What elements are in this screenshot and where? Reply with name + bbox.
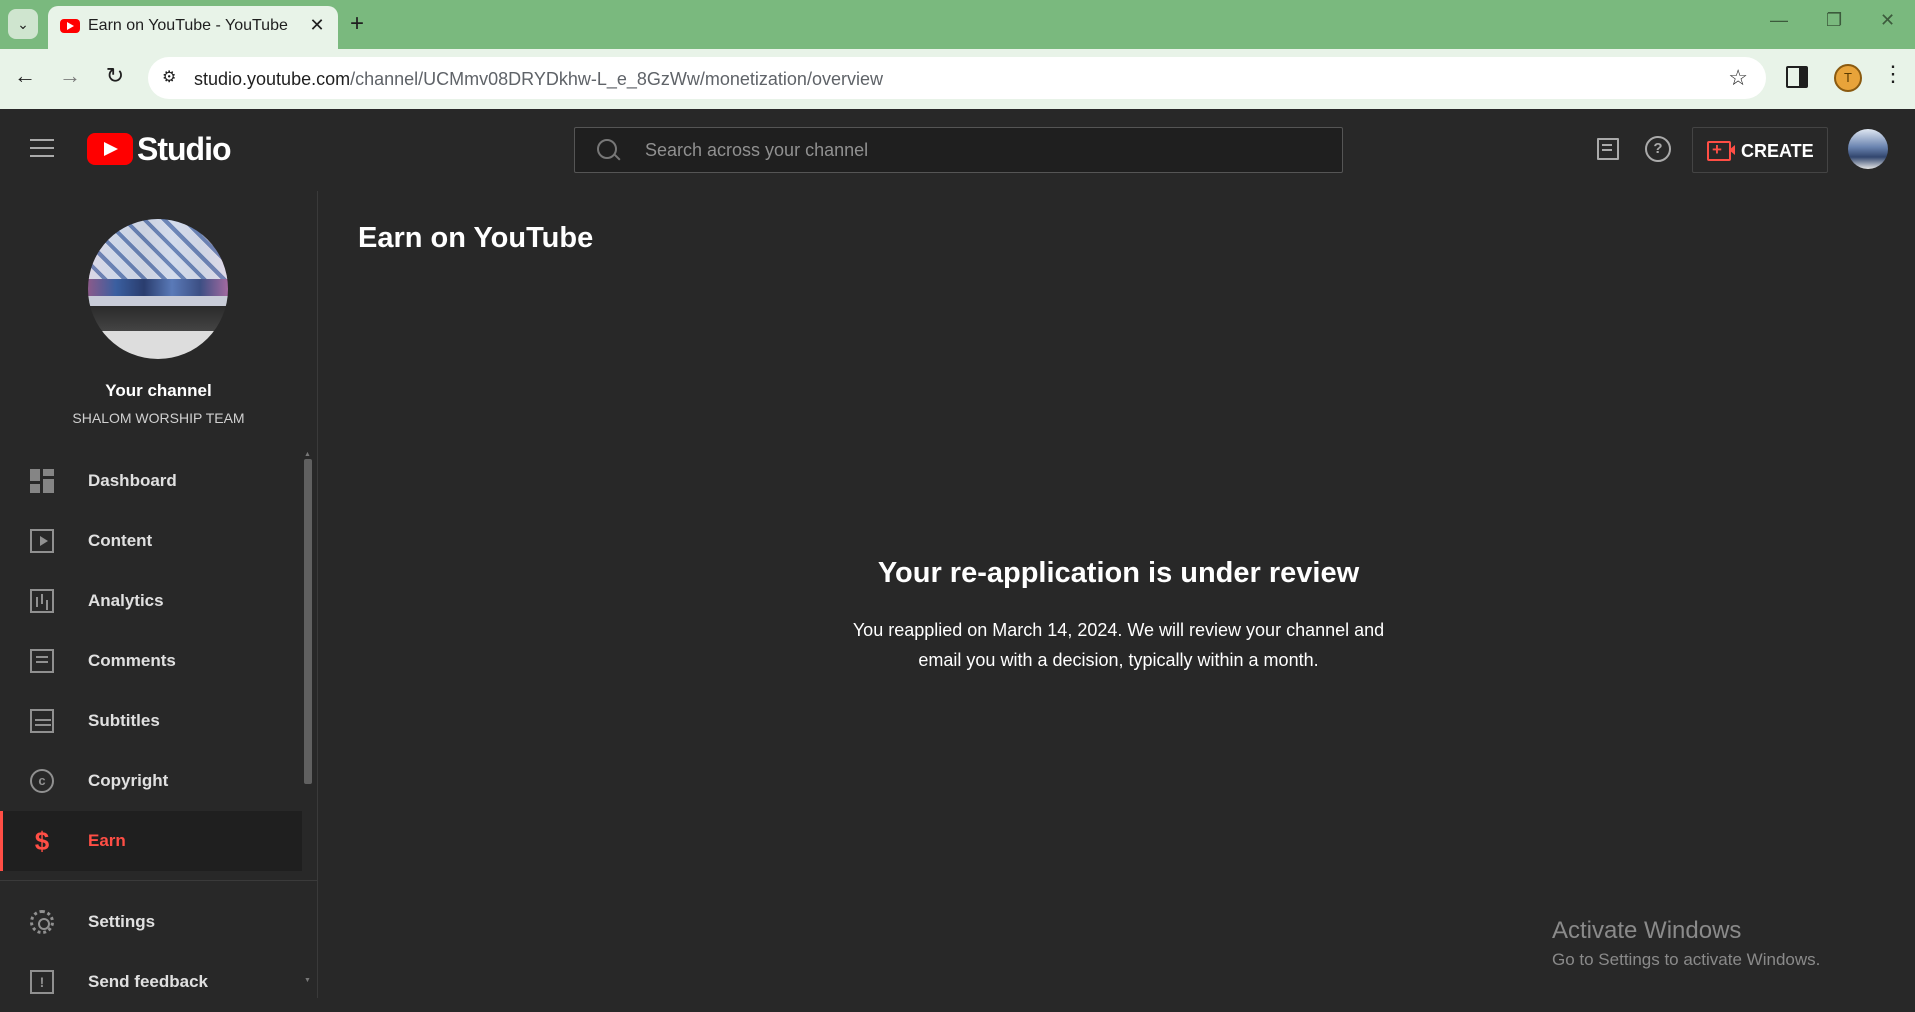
- subtitles-icon: [30, 709, 54, 733]
- sidebar-bottom-nav: Settings ! Send feedback: [0, 892, 302, 1012]
- browser-tab-strip: ⌄ Earn on YouTube - YouTube Studio ✕ + —…: [0, 0, 1915, 49]
- review-status-text: You reapplied on March 14, 2024. We will…: [852, 620, 1385, 670]
- profile-extension-icon[interactable]: T: [1834, 64, 1862, 92]
- sidebar: Your channel SHALOM WORSHIP TEAM Dashboa…: [0, 191, 318, 998]
- sidebar-item-label: Earn: [88, 831, 126, 850]
- sidebar-item-comments[interactable]: Comments: [0, 631, 302, 691]
- sidebar-item-dashboard[interactable]: Dashboard: [0, 451, 302, 511]
- account-avatar[interactable]: [1848, 129, 1888, 169]
- tab-search-button[interactable]: ⌄: [8, 9, 38, 39]
- create-label: CREATE: [1741, 141, 1814, 161]
- help-icon[interactable]: ?: [1645, 136, 1671, 162]
- hamburger-menu-icon[interactable]: [30, 139, 54, 163]
- tab-title: Earn on YouTube - YouTube Studio: [88, 17, 288, 34]
- scroll-up-icon[interactable]: ▲: [304, 451, 311, 458]
- new-tab-button[interactable]: +: [350, 10, 364, 38]
- window-close-icon[interactable]: ✕: [1880, 10, 1895, 31]
- browser-tab[interactable]: Earn on YouTube - YouTube Studio ✕: [48, 6, 338, 49]
- url-text[interactable]: studio.youtube.com/channel/UCMmv08DRYDkh…: [194, 69, 883, 90]
- sidebar-item-label: Subtitles: [88, 711, 160, 730]
- sidebar-item-label: Settings: [88, 912, 156, 931]
- url-path: /channel/UCMmv08DRYDkhw-L_e_8GzWw/moneti…: [350, 69, 883, 89]
- back-icon[interactable]: ←: [10, 63, 40, 89]
- channel-title: Your channel: [105, 381, 212, 400]
- analytics-icon: [30, 589, 54, 613]
- reload-icon[interactable]: ↻: [100, 63, 130, 89]
- page-title: Earn on YouTube: [358, 222, 594, 254]
- feedback-icon: !: [30, 970, 54, 994]
- review-status-title: Your re-application is under review: [877, 557, 1360, 589]
- dashboard-icon: [30, 469, 54, 493]
- sidebar-nav: Dashboard Content Analytics Comments Sub…: [0, 451, 302, 871]
- sidebar-item-label: Analytics: [88, 591, 164, 610]
- copyright-icon: c: [30, 769, 54, 793]
- chevron-down-icon: ⌄: [17, 15, 29, 32]
- address-bar[interactable]: ⚙ studio.youtube.com/channel/UCMmv08DRYD…: [148, 57, 1766, 99]
- channel-avatar[interactable]: [88, 219, 228, 359]
- sidebar-item-copyright[interactable]: c Copyright: [0, 751, 302, 811]
- youtube-logo-icon[interactable]: [87, 133, 133, 165]
- activate-windows-title: Activate Windows: [1552, 917, 1742, 944]
- browser-menu-icon[interactable]: ⋮: [1882, 61, 1904, 87]
- comments-icon: [30, 649, 54, 673]
- settings-icon: [30, 910, 54, 934]
- sidebar-item-analytics[interactable]: Analytics: [0, 571, 302, 631]
- search-icon: [597, 139, 617, 159]
- bookmark-star-icon[interactable]: ☆: [1728, 65, 1748, 91]
- search-placeholder: Search across your channel: [645, 140, 869, 160]
- search-input[interactable]: Search across your channel: [574, 127, 1343, 173]
- tab-close-icon[interactable]: ✕: [306, 14, 328, 36]
- forward-icon[interactable]: →: [55, 63, 85, 89]
- sidebar-item-earn[interactable]: $ Earn: [0, 811, 302, 871]
- studio-logo-text[interactable]: Studio: [137, 131, 232, 168]
- scroll-down-icon[interactable]: ▼: [304, 977, 311, 984]
- url-host: studio.youtube.com: [194, 69, 351, 89]
- browser-toolbar: ← → ↻ ⚙ studio.youtube.com/channel/UCMmv…: [0, 49, 1915, 109]
- studio-header: Studio Search across your channel ? CREA…: [0, 109, 1915, 191]
- content-icon: [30, 529, 54, 553]
- sidebar-item-label: Send feedback: [88, 972, 208, 991]
- side-panel-icon[interactable]: [1786, 66, 1808, 88]
- earn-icon: $: [34, 826, 50, 856]
- sidebar-scrollbar[interactable]: ▲ ▼: [304, 451, 312, 984]
- sidebar-item-label: Comments: [88, 651, 176, 670]
- sidebar-item-label: Content: [88, 531, 153, 550]
- minimize-icon[interactable]: —: [1770, 10, 1788, 31]
- channel-name: SHALOM WORSHIP TEAM: [72, 410, 245, 426]
- scroll-thumb[interactable]: [304, 459, 312, 784]
- create-button[interactable]: CREATE: [1692, 127, 1828, 173]
- youtube-favicon-icon: [60, 19, 80, 33]
- sidebar-item-send-feedback[interactable]: ! Send feedback: [0, 952, 302, 1012]
- create-video-icon: [1707, 140, 1735, 161]
- sidebar-item-content[interactable]: Content: [0, 511, 302, 571]
- site-info-icon[interactable]: ⚙: [162, 67, 184, 89]
- messages-icon[interactable]: [1597, 138, 1619, 160]
- sidebar-item-label: Dashboard: [88, 471, 177, 490]
- sidebar-item-subtitles[interactable]: Subtitles: [0, 691, 302, 751]
- sidebar-divider: [0, 880, 317, 881]
- activate-windows-subtitle: Go to Settings to activate Windows.: [1552, 950, 1821, 969]
- sidebar-item-label: Copyright: [88, 771, 169, 790]
- sidebar-item-settings[interactable]: Settings: [0, 892, 302, 952]
- restore-icon[interactable]: ❐: [1826, 10, 1842, 31]
